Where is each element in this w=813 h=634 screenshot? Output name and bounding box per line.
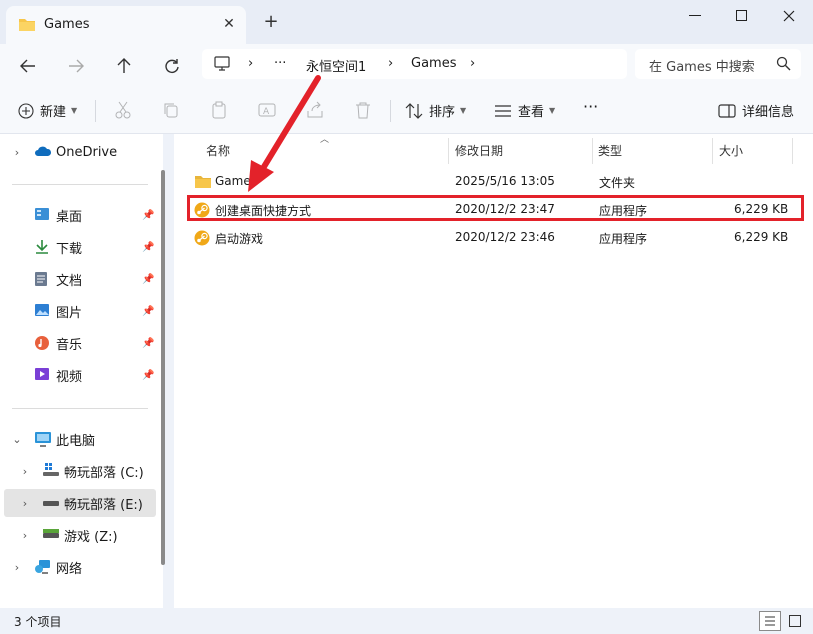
details-view-icon	[765, 616, 775, 626]
details-view-button[interactable]	[759, 611, 781, 631]
item-count: 3 个项目	[14, 615, 62, 629]
status-bar: 3 个项目	[0, 608, 813, 634]
tiles-view-button[interactable]	[784, 611, 806, 631]
annotation-arrow	[248, 75, 321, 192]
tiles-view-icon	[789, 615, 801, 627]
